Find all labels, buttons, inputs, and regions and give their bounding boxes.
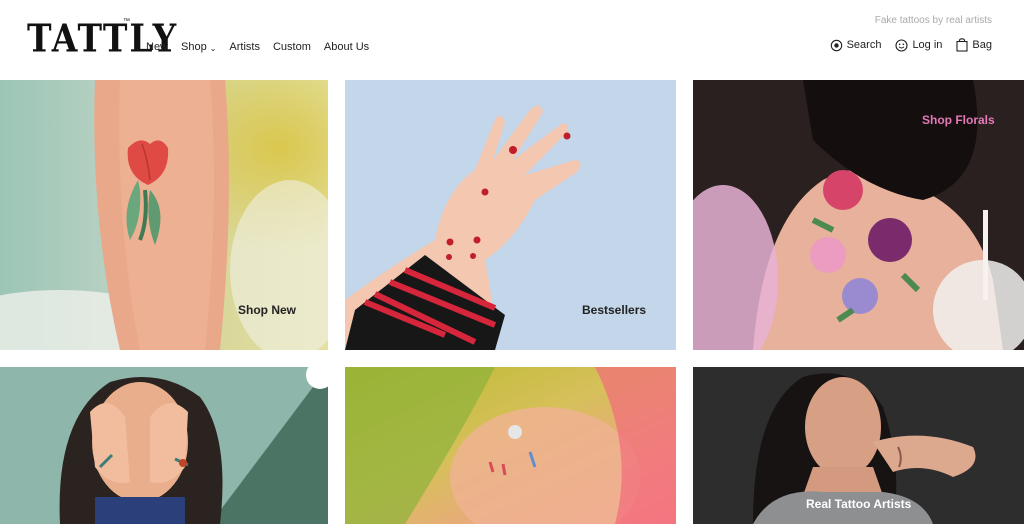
login-button[interactable]: Log in	[895, 38, 943, 52]
login-label: Log in	[912, 39, 943, 51]
tagline: Fake tattoos by real artists	[874, 15, 992, 26]
tile-label: Bestsellers	[582, 303, 647, 317]
main-nav: New Shop ⌄ Artists Custom About Us	[146, 41, 382, 53]
tile-kids[interactable]	[0, 367, 328, 524]
nav-label: Custom	[272, 41, 311, 53]
nav-label: Artists	[229, 41, 260, 53]
search-label: Search	[846, 39, 882, 51]
nav-item-artists[interactable]: Artists	[229, 41, 260, 53]
nav-item-shop[interactable]: Shop ⌄	[181, 41, 216, 53]
tile-label: Real Tattoo Artists	[806, 497, 912, 511]
nav-item-new[interactable]: New	[146, 41, 168, 53]
trademark-symbol: ™	[123, 18, 130, 25]
utility-nav: Search Log in Bag	[830, 38, 992, 52]
tattly-logo[interactable]: TATTLY	[27, 16, 178, 61]
nav-label: Shop	[181, 41, 207, 53]
bag-button[interactable]: Bag	[956, 38, 992, 52]
tile-shop-florals[interactable]: Shop Florals	[693, 80, 1024, 350]
nav-item-about-us[interactable]: About Us	[324, 41, 369, 53]
tile-colorful-face[interactable]	[345, 367, 676, 524]
chevron-down-icon: ⌄	[209, 43, 217, 53]
nav-item-custom[interactable]: Custom	[273, 41, 311, 53]
site-header: TATTLY ™ New Shop ⌄ Artists Custom About …	[0, 0, 1024, 80]
search-icon	[830, 39, 842, 51]
tile-image	[345, 367, 676, 524]
nav-label: About Us	[323, 41, 370, 53]
smiley-icon	[895, 38, 908, 52]
tile-label: Shop Florals	[922, 113, 995, 127]
nav-label: New	[146, 41, 169, 53]
search-button[interactable]: Search	[830, 39, 882, 52]
bag-label: Bag	[972, 39, 992, 51]
tile-label: Shop New	[238, 303, 297, 317]
bag-icon	[956, 38, 968, 52]
tile-real-tattoo-artists[interactable]: Real Tattoo Artists	[693, 367, 1024, 524]
tile-shop-new[interactable]: Shop New	[0, 80, 328, 350]
tile-bestsellers[interactable]: Bestsellers	[345, 80, 676, 350]
tile-image	[0, 367, 328, 524]
